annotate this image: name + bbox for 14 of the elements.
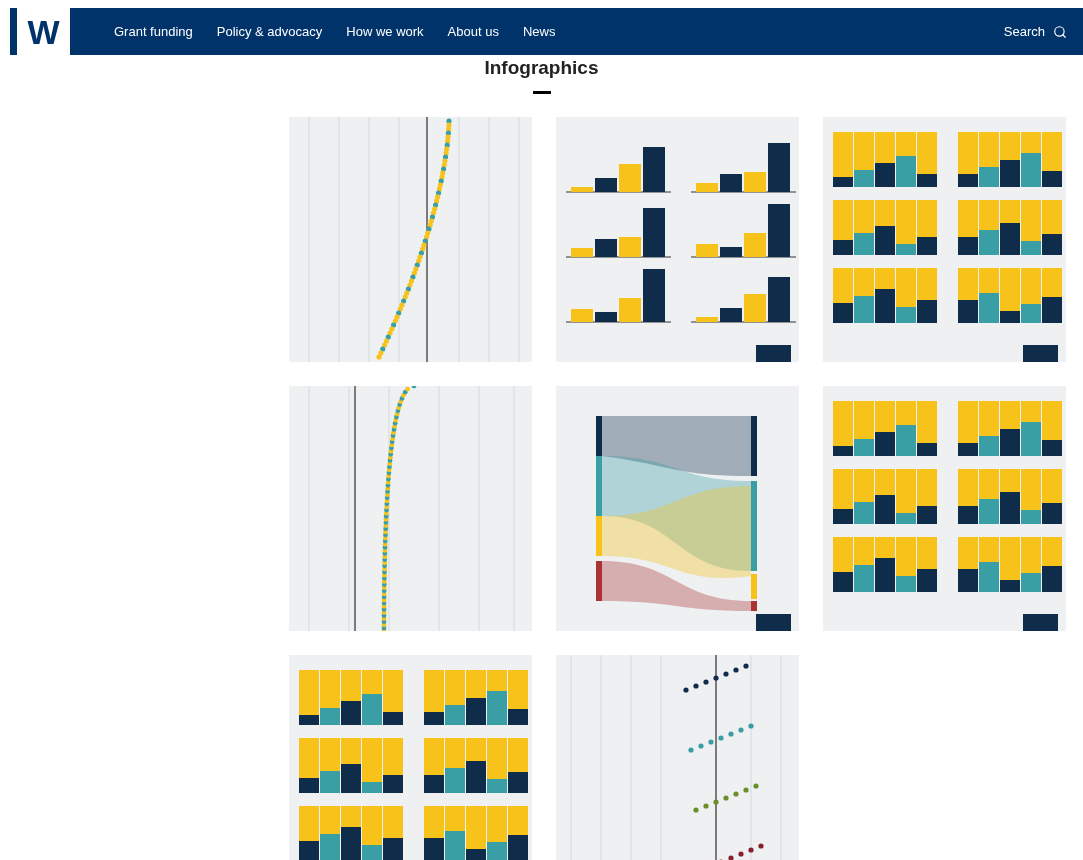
nav-link[interactable]: Grant funding [114,21,193,42]
infographic-image[interactable] [556,386,799,631]
infographic-image[interactable] [289,655,532,860]
search-icon [1053,24,1067,39]
nav-link[interactable]: How we work [346,21,424,42]
nav-link[interactable]: Policy & advocacy [216,21,323,42]
logo[interactable]: W [17,8,70,55]
infographic-image[interactable] [823,386,1066,631]
search-button[interactable]: Search [1003,21,1067,42]
nav-link[interactable]: About us [447,21,499,42]
nav-link[interactable]: News [522,21,556,42]
infographic-image[interactable] [823,117,1066,362]
page-title: Infographics [484,56,599,80]
infographic-image[interactable] [556,117,799,362]
